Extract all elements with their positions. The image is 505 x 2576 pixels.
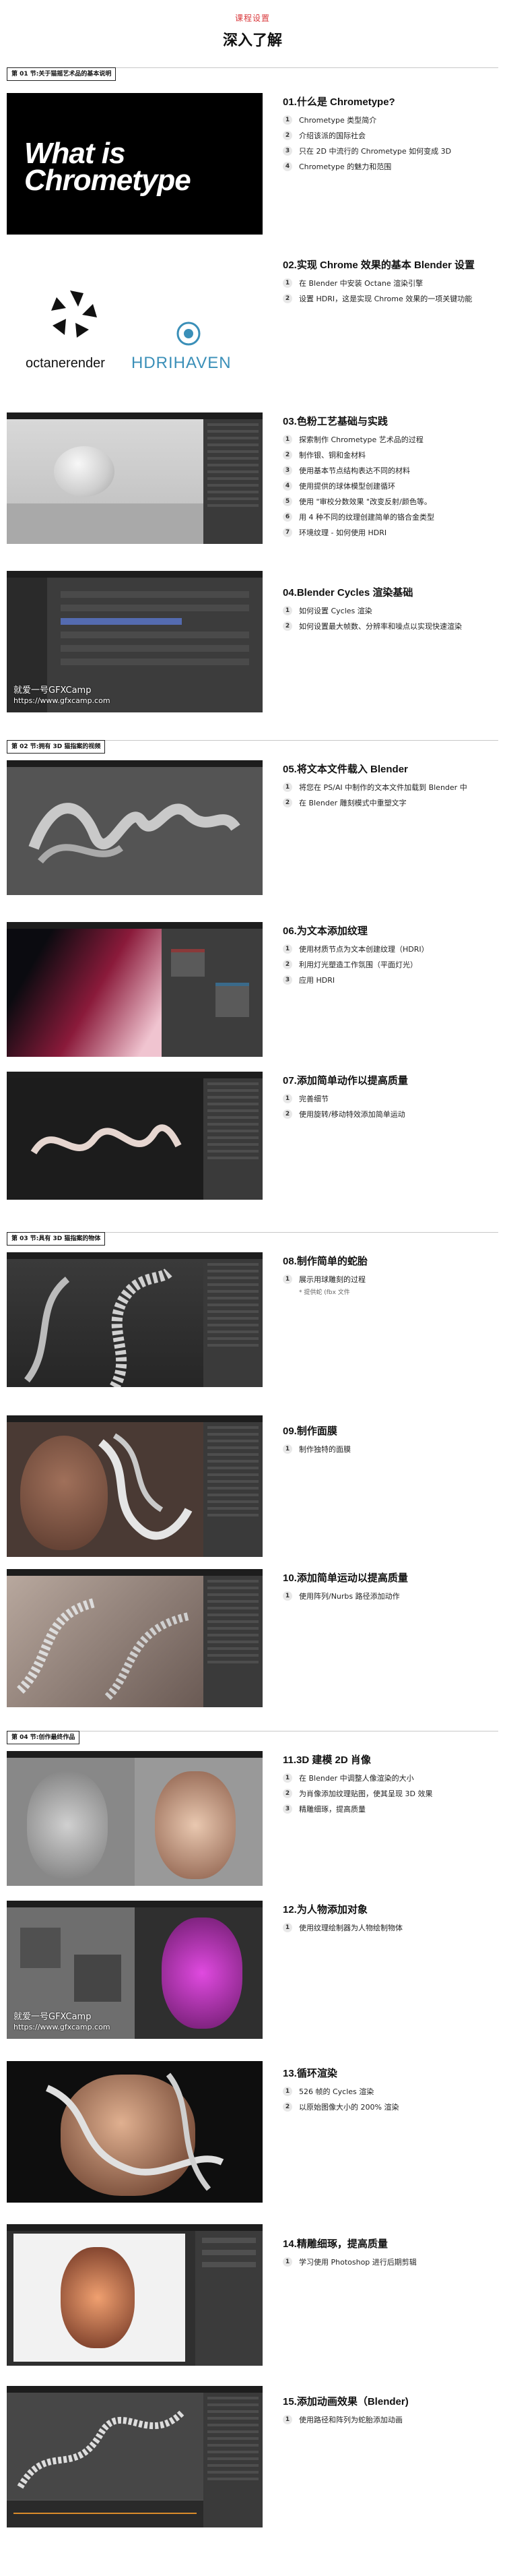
list-item: 3 使用基本节点结构表达不同的材料 [283,466,498,476]
list-item: 1 将您在 PS/AI 中制作的文本文件加载到 Blender 中 [283,783,498,793]
lesson-image-mask [7,1415,263,1557]
list-item: 4 使用提供的球体模型创建循环 [283,481,498,491]
lesson-title: 03.色粉工艺基础与实践 [283,416,388,427]
list-item: 2 以原始图像大小的 200% 渲染 [283,2102,498,2112]
section-label: 第 01 节:关于猫摇艺术品的基本说明 [7,67,116,81]
list-item: 2 使用旋转/移动特效添加简单运动 [283,1109,498,1120]
watermark: 就爱一号GFXCamp https://www.gfxcamp.com [13,2012,110,2031]
section-label: 第 02 节:拥有 3D 猫指案的视频 [7,740,106,754]
lesson-14: 14.精雕细琢，提高质量 1 学习使用 Photoshop 进行后期剪辑 [283,2236,498,2273]
lesson-image-portrait [7,1751,263,1886]
lesson-image-text-texture [7,922,263,1057]
list-item: 1 Chrometype 类型简介 [283,115,498,125]
lesson-title: 05.将文本文件载入 Blender [283,764,408,775]
hdri-logo-icon [176,321,201,346]
course-page: 课程设置 深入了解 第 01 节:关于猫摇艺术品的基本说明 What is Ch… [0,0,505,2576]
lesson-image-snake [7,1252,263,1387]
list-item: 1 展示用球雕刻的过程 [283,1275,498,1285]
list-item: 2 设置 HDRI，这是实现 Chrome 效果的一项关键功能 [283,294,498,304]
list-item: 1 使用路径和阵列为蛇胎添加动画 [283,2415,498,2425]
lesson-title: 13.循环渲染 [283,2068,337,2079]
lesson-11: 11.3D 建模 2D 肖像 1在 Blender 中调整人像渲染的大小 2 为肖… [283,1752,498,1820]
lesson-image-texture-paint: 就爱一号GFXCamp https://www.gfxcamp.com [7,1901,263,2039]
lesson-image-loop-render [7,2061,263,2203]
list-item: 1 探索制作 Chrometype 艺术品的过程 [283,435,498,445]
lesson-title: 08.制作简单的蛇胎 [283,1256,368,1267]
list-item: 1 学习使用 Photoshop 进行后期剪辑 [283,2257,498,2267]
list-item: 7 环境纹理 - 如何使用 HDRI [283,528,498,538]
lesson-title: 07.添加简单动作以提高质量 [283,1075,408,1086]
list-item: 1 完善细节 [283,1094,498,1104]
lesson-06: 06.为文本添加纹理 1 使用材质节点为文本创建纹理（HDRI） 2 利用灯光塑造工… [283,923,498,991]
lesson-title: 14.精雕细琢，提高质量 [283,2238,388,2250]
list-item: 3 精雕细琢，提高质量 [283,1804,498,1814]
lesson-15: 15.添加动画效果（Blender) 1 使用路径和阵列为蛇胎添加动画 [283,2394,498,2430]
lesson-title: 12.为人物添加对象 [283,1904,368,1915]
list-item: 3 应用 HDRI [283,975,498,985]
lesson-image-text-sculpt [7,760,263,895]
banner-text: What is Chrometype [24,137,191,197]
lesson-image-array-motion [7,1569,263,1707]
list-item: 4 Chrometype 的魅力和范围 [283,162,498,172]
lesson-13: 13.循环渲染 1 526 帧的 Cycles 渲染 2 以原始图像大小的 200%… [283,2066,498,2118]
list-item: 1 526 帧的 Cycles 渲染 [283,2087,498,2097]
octane-logo-icon [51,290,97,338]
list-item: 2 介绍该派的国际社会 [283,131,498,141]
octane-logo-text: octanerender [26,356,105,371]
list-item: 1在 Blender 中调整人像渲染的大小 [283,1773,498,1783]
lesson-note: * 提供蛇 (fbx 文件 [299,1289,350,1296]
watermark: 就爱一号GFXCamp https://www.gfxcamp.com [13,685,110,705]
lesson-image-photoshop [7,2224,263,2366]
lesson-12: 12.为人物添加对象 1 使用纹理绘制器为人物绘制物体 [283,1902,498,1938]
lesson-10: 10.添加简单运动以提高质量 1 使用阵列/Nurbs 路径添加动作 [283,1570,498,1607]
list-item: 1 如何设置 Cycles 渲染 [283,606,498,616]
lesson-image-motion [7,1072,263,1200]
list-item: 2 利用灯光塑造工作氛围（平面灯光） [283,960,498,970]
lesson-04: 04.Blender Cycles 渲染基础 1 如何设置 Cycles 渲染 2… [283,585,498,637]
list-item: 2在 Blender 雕刻模式中重塑文字 [283,798,498,808]
lesson-title: 04.Blender Cycles 渲染基础 [283,587,413,599]
list-item: 2 如何设置最大帧数、分辨率和噪点以实现快速渲染 [283,621,498,632]
list-item: 1在 Blender 中安装 Octane 渲染引擎 [283,278,498,288]
list-item: 1 使用材质节点为文本创建纹理（HDRI） [283,944,498,954]
page-title: 深入了解 [222,32,282,49]
lesson-title: 09.制作面膜 [283,1425,337,1437]
lesson-title: 06.为文本添加纹理 [283,925,368,937]
lesson-title: 15.添加动画效果（Blender) [283,2396,409,2408]
lesson-09: 09.制作面膜 1 制作独特的面膜 [283,1423,498,1460]
lesson-01: 01.什么是 Chrometype? 1 Chrometype 类型简介 2 介绍该… [283,94,498,177]
lesson-title: 02.实现 Chrome 效果的基本 Blender 设置 [283,259,475,271]
lesson-image-animation [7,2386,263,2527]
list-item: 2 制作银、铜和金材料 [283,450,498,460]
lesson-05: 05.将文本文件载入 Blender 1 将您在 PS/AI 中制作的文本文件加载… [283,762,498,814]
lesson-image-render-settings: 就爱一号GFXCamp https://www.gfxcamp.com [7,571,263,712]
lesson-image-logos: octanerender HDRIHAVEN [7,256,263,398]
lesson-08: 08.制作简单的蛇胎 1 展示用球雕刻的过程 * 提供蛇 (fbx 文件 [283,1254,498,1296]
lesson-02: 02.实现 Chrome 效果的基本 Blender 设置 1在 Blender… [283,257,498,309]
lesson-03: 03.色粉工艺基础与实践 1 探索制作 Chrometype 艺术品的过程 2 制作… [283,414,498,543]
lesson-image-blender-glass [7,412,263,544]
hdri-logo-text: HDRIHAVEN [131,354,232,372]
list-item: 2 为肖像添加纹理贴图，使其呈现 3D 效果 [283,1789,498,1799]
lesson-title: 10.添加简单运动以提高质量 [283,1572,408,1584]
list-item: 1 使用阵列/Nurbs 路径添加动作 [283,1591,498,1601]
list-item: 1 制作独特的面膜 [283,1444,498,1454]
section-label: 第 04 节:创作最终作品 [7,1731,80,1744]
list-item: 1 使用纹理绘制器为人物绘制物体 [283,1923,498,1933]
lesson-title: 01.什么是 Chrometype? [283,96,395,108]
lesson-title: 11.3D 建模 2D 肖像 [283,1754,371,1766]
section-label: 第 03 节:具有 3D 猫指案的物体 [7,1232,106,1246]
list-item: 6用 4 种不同的纹理创建简单的铬合金类型 [283,512,498,522]
lesson-07: 07.添加简单动作以提高质量 1 完善细节 2 使用旋转/移动特效添加简单运动 [283,1073,498,1125]
list-item: 3 只在 2D 中流行的 Chrometype 如何变成 3D [283,146,498,156]
lesson-image-what-is-chrometype: What is Chrometype [7,93,263,235]
course-tag: 课程设置 [234,13,270,23]
list-item: 5 使用 "审校分数效果 "改变反射/颜色等。 [283,497,498,507]
